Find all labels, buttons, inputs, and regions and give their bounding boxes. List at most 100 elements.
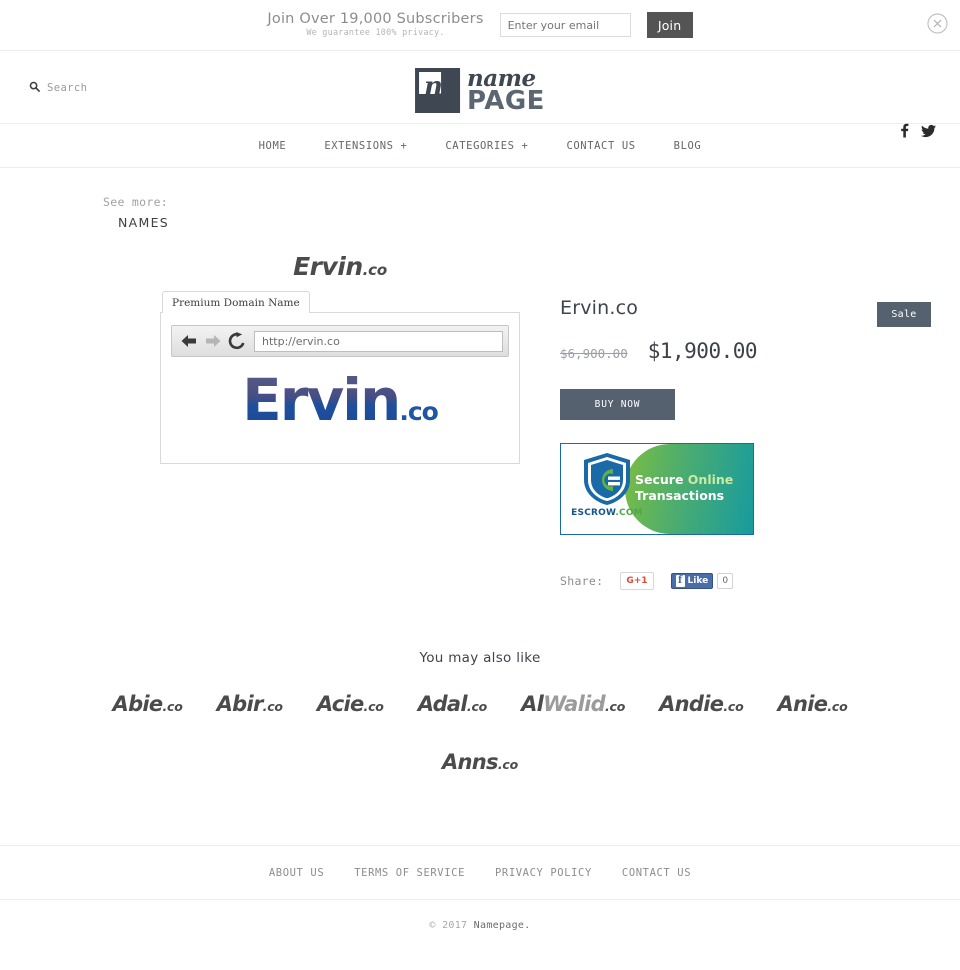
logo-mark-icon: n xyxy=(415,68,461,113)
email-field[interactable] xyxy=(499,13,631,37)
product-heading: Ervin.co xyxy=(0,252,960,281)
share-label: Share: xyxy=(560,574,604,588)
also-item-name: Abir xyxy=(216,692,264,716)
list-item[interactable]: Andie.co xyxy=(642,684,760,724)
page-title: Ervin.co xyxy=(560,297,639,319)
facebook-like-button[interactable]: f Like xyxy=(670,573,714,589)
facebook-f-icon: f xyxy=(675,575,685,587)
list-item[interactable]: Anie.co xyxy=(760,684,864,724)
search-label: Search xyxy=(47,82,88,94)
also-item-name: Acie xyxy=(316,692,364,716)
browser-toolbar: http://ervin.co xyxy=(171,325,509,357)
escrow-tagline-line1-plain: Secure xyxy=(635,472,688,487)
reload-icon xyxy=(225,330,249,352)
subscribe-copy: Join Over 19,000 Subscribers We guarante… xyxy=(267,11,483,39)
facebook-icon[interactable] xyxy=(900,123,909,143)
breadcrumb-category-names[interactable]: NAMES xyxy=(118,215,960,230)
search-input[interactable]: Search xyxy=(29,79,87,97)
facebook-like-count: 0 xyxy=(717,573,734,589)
nav-item-blog[interactable]: BLOG xyxy=(674,140,702,152)
google-plus-one-button[interactable]: G+1 xyxy=(620,572,654,590)
list-item[interactable]: Adal.co xyxy=(401,684,504,724)
list-item[interactable]: Acie.co xyxy=(300,684,401,724)
also-like-heading: You may also like xyxy=(419,650,541,666)
hero-domain-name: Ervin xyxy=(242,366,401,434)
footer-link-about-us[interactable]: ABOUT US xyxy=(269,867,324,879)
also-item-tld: .co xyxy=(723,699,744,714)
also-item-name: Anns xyxy=(441,750,499,774)
also-item-tld: .co xyxy=(604,699,626,714)
escrow-brand-tld: .COM xyxy=(615,508,643,518)
back-arrow-icon xyxy=(177,330,201,352)
footer-link-privacy-policy[interactable]: PRIVACY POLICY xyxy=(495,867,592,879)
also-item-tld: .co xyxy=(466,699,488,714)
price-current: $1,900.00 xyxy=(647,339,758,363)
breadcrumb: See more: NAMES xyxy=(103,195,960,230)
copyright-brand[interactable]: Namepage. xyxy=(474,920,531,931)
escrow-brand-text: ESCROW.COM xyxy=(570,508,644,518)
list-item[interactable]: Abie.co xyxy=(96,684,200,724)
social-links xyxy=(900,123,936,143)
browser-hero: Ervin.co xyxy=(161,371,519,429)
copyright-prefix: © 2017 xyxy=(429,920,474,931)
facebook-like-label: Like xyxy=(687,576,709,586)
browser-tab-label: Premium Domain Name xyxy=(162,291,310,313)
footer-links: ABOUT US TERMS OF SERVICE PRIVACY POLICY… xyxy=(0,845,960,899)
search-icon xyxy=(29,79,40,97)
nav-item-categories[interactable]: CATEGORIES + xyxy=(445,140,528,152)
escrow-tagline-line2: Transactions xyxy=(635,487,725,503)
footer-link-contact-us[interactable]: CONTACT US xyxy=(622,867,691,879)
escrow-tagline: Secure Online Transactions xyxy=(635,472,743,503)
list-item[interactable]: Anns.co xyxy=(425,742,535,782)
logo-wordmark: name PAGE xyxy=(467,67,545,114)
see-more-label: See more: xyxy=(103,195,169,209)
also-item-name: Andie xyxy=(659,692,724,716)
product-info: Ervin.co $6,900.00 $1,900.00 BUY NOW ESC… xyxy=(560,291,890,590)
also-item-name: Al xyxy=(521,692,544,716)
price-line: $6,900.00 $1,900.00 xyxy=(560,339,890,363)
subscribe-bar: Join Over 19,000 Subscribers We guarante… xyxy=(0,0,960,51)
product-heading-name: Ervin xyxy=(293,252,363,281)
nav-item-extensions[interactable]: EXTENSIONS + xyxy=(324,140,407,152)
escrow-tagline-line1-accent: Online xyxy=(687,472,734,487)
price-original: $6,900.00 xyxy=(560,346,628,361)
buy-now-button[interactable]: BUY NOW xyxy=(560,389,675,420)
also-item-name: Abie xyxy=(112,692,164,716)
also-item-tld: .co xyxy=(162,699,183,714)
facebook-like-widget[interactable]: f Like 0 xyxy=(670,573,734,589)
also-item-tld: .co xyxy=(363,699,384,714)
also-like-row-2: Anns.co xyxy=(95,742,865,782)
escrow-brand: ESCROW.COM xyxy=(570,452,644,518)
subscribe-title: Join Over 19,000 Subscribers xyxy=(267,10,484,27)
also-item-tld: .co xyxy=(497,757,518,772)
nav-item-contact-us[interactable]: CONTACT US xyxy=(566,140,635,152)
logo-mark-letter: n xyxy=(424,72,443,102)
main-content: See more: NAMES Sale Ervin.co Premium Do… xyxy=(0,195,960,802)
also-item-name-light: Walid xyxy=(543,692,606,716)
twitter-icon[interactable] xyxy=(921,124,936,142)
subscribe-inner: Join Over 19,000 Subscribers We guarante… xyxy=(267,11,693,39)
list-item[interactable]: Abir.co xyxy=(200,684,300,724)
also-like-grid: Abie.co Abir.co Acie.co Adal.co AlWalid.… xyxy=(0,684,960,782)
also-item-name: Anie xyxy=(777,692,828,716)
url-bar: http://ervin.co xyxy=(254,330,503,352)
product-row: Premium Domain Name http://ervin.co Ervi… xyxy=(0,291,960,590)
close-circle-icon[interactable] xyxy=(927,13,948,34)
join-button[interactable]: Join xyxy=(646,12,693,38)
hero-domain-tld: .co xyxy=(399,397,438,426)
main-navigation: HOME EXTENSIONS + CATEGORIES + CONTACT U… xyxy=(0,124,960,168)
logo-page-text: PAGE xyxy=(467,86,545,116)
copyright: © 2017 Namepage. xyxy=(0,899,960,931)
nav-item-home[interactable]: HOME xyxy=(259,140,287,152)
product-image[interactable]: Premium Domain Name http://ervin.co Ervi… xyxy=(160,291,520,590)
browser-body: http://ervin.co Ervin.co xyxy=(160,312,520,464)
also-item-tld: .co xyxy=(262,699,283,714)
footer-link-terms-of-service[interactable]: TERMS OF SERVICE xyxy=(354,867,465,879)
also-item-name: Adal xyxy=(417,692,468,716)
site-logo[interactable]: n name PAGE xyxy=(415,67,545,114)
subscribe-subtitle: We guarantee 100% privacy. xyxy=(306,28,445,39)
list-item[interactable]: AlWalid.co xyxy=(504,684,642,724)
escrow-shield-icon xyxy=(582,452,632,506)
escrow-badge[interactable]: ESCROW.COM Secure Online Transactions xyxy=(560,443,754,535)
escrow-brand-main: ESCROW xyxy=(571,508,616,518)
